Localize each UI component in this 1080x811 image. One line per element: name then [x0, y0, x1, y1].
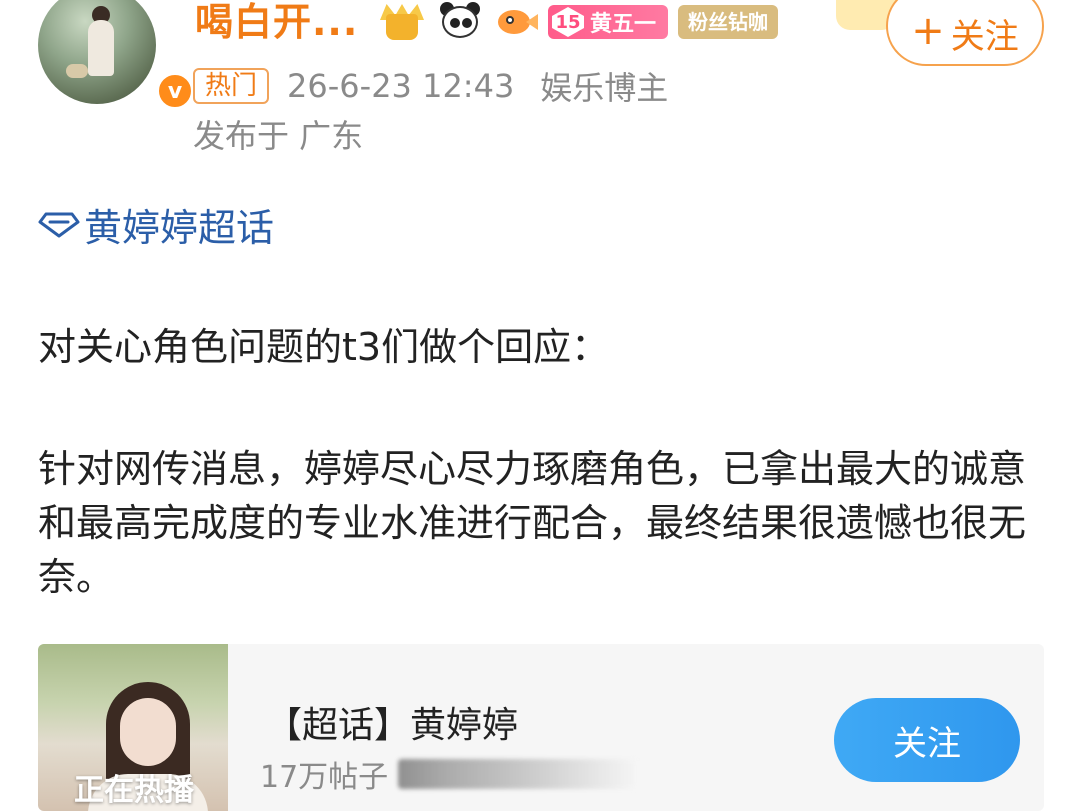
plus-icon: + — [911, 8, 945, 54]
card-follow-button[interactable]: 关注 — [834, 698, 1020, 782]
super-topic-diamond-icon — [38, 210, 80, 238]
verified-icon: v — [156, 72, 194, 110]
follow-label: 关注 — [950, 16, 1019, 57]
posts-count: 17万帖子 — [260, 760, 389, 795]
cover-script — [48, 656, 88, 726]
fan-level-name: 黄五一 — [590, 12, 657, 37]
blurred-stats — [398, 759, 639, 789]
hot-tag: 热门 — [193, 68, 270, 104]
post-meta: 热门 26-6-23 12:43 娱乐博主 — [193, 66, 669, 107]
super-topic-card[interactable]: 正在热播 【超话】黄婷婷 17万帖子 关注 — [38, 644, 1044, 811]
super-topic-link[interactable]: 黄婷婷超话 — [38, 200, 274, 250]
avatar[interactable]: v — [38, 0, 194, 110]
post-location: 发布于 广东 — [193, 117, 364, 155]
badge-row: 15 黄五一 粉丝钻咖 — [376, 2, 779, 42]
super-topic-cover[interactable]: 正在热播 — [38, 644, 228, 811]
super-topic-name[interactable]: 黄婷婷超话 — [84, 197, 274, 252]
follow-button[interactable]: + 关注 — [886, 0, 1044, 66]
panda-icon[interactable] — [438, 2, 482, 42]
fan-level-badge[interactable]: 15 黄五一 — [548, 5, 669, 39]
fish-icon[interactable] — [492, 2, 538, 42]
post-paragraph: 对关心角色问题的t3们做个回应： — [38, 325, 610, 369]
fan-tag[interactable]: 粉丝钻咖 — [678, 5, 779, 39]
card-title[interactable]: 【超话】黄婷婷 — [266, 696, 518, 748]
vip-crown-icon[interactable] — [376, 2, 428, 42]
card-stats: 17万帖子 — [260, 752, 639, 796]
user-role: 娱乐博主 — [540, 69, 669, 107]
fan-level-diamond-icon: 15 — [552, 7, 584, 37]
username[interactable]: 喝白开... — [195, 0, 358, 44]
timestamp: 26-6-23 12:43 — [287, 67, 515, 105]
post-paragraph: 针对网传消息，婷婷尽心尽力琢磨角色，已拿出最大的诚意和最高完成度的专业水准进行配… — [38, 447, 1027, 599]
avatar-image[interactable] — [38, 0, 156, 104]
cover-caption: 正在热播 — [74, 773, 194, 808]
